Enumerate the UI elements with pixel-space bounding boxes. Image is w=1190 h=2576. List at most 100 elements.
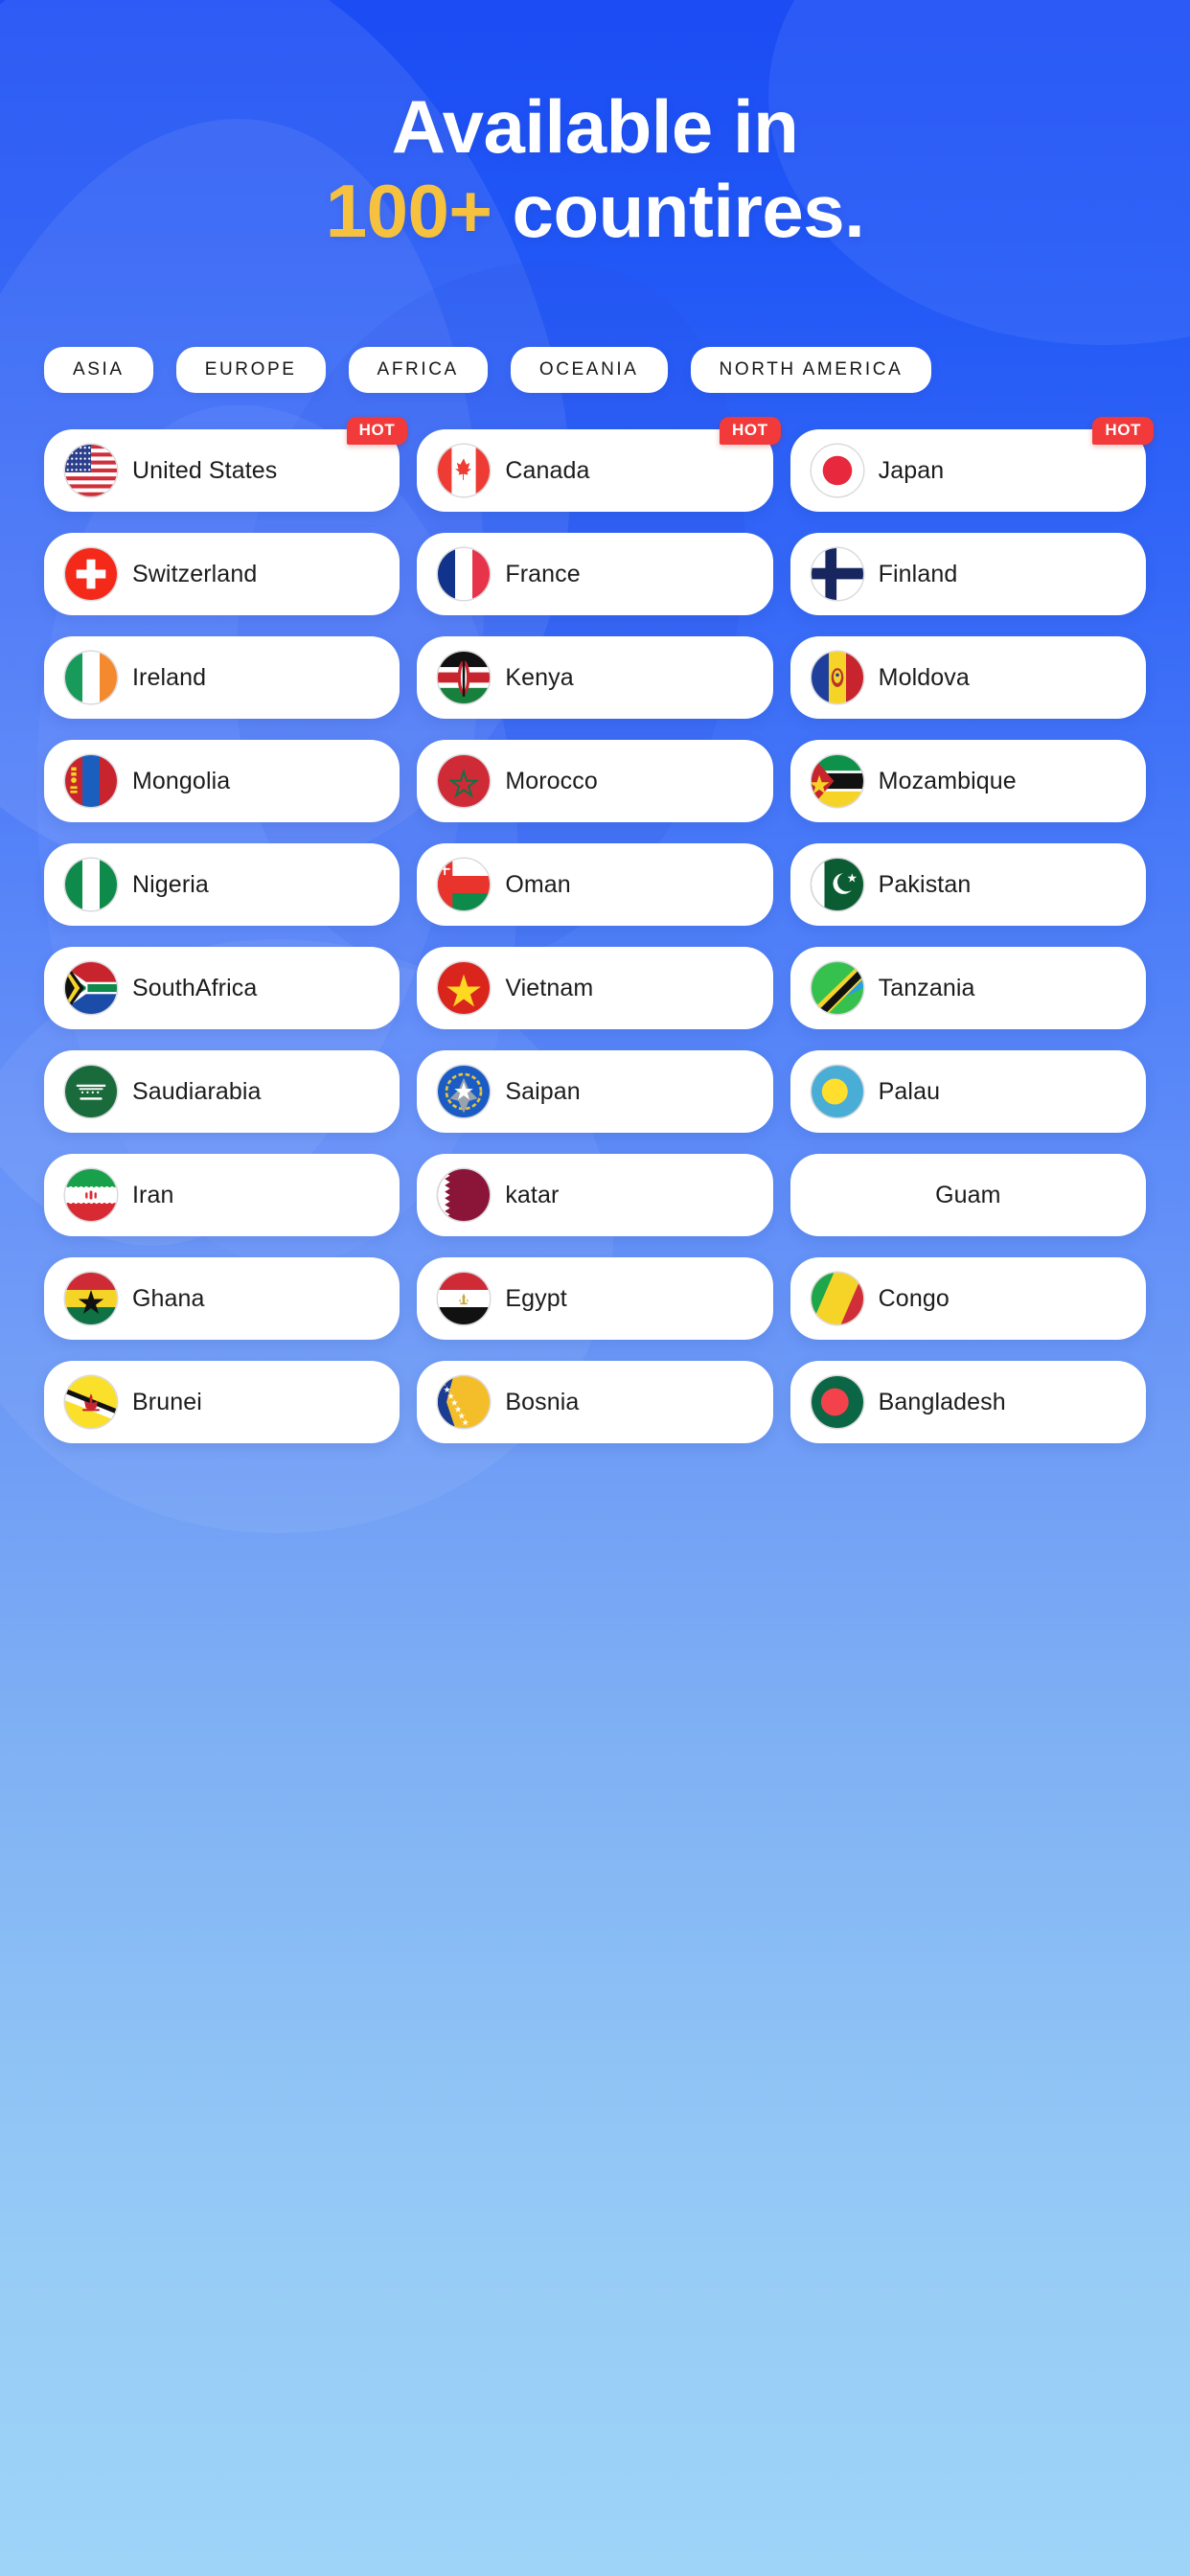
- country-card[interactable]: Guam: [790, 1154, 1146, 1237]
- country-name: Ireland: [132, 664, 207, 692]
- country-card[interactable]: Morocco: [417, 740, 773, 823]
- flag-bangladesh-icon: [811, 1376, 863, 1429]
- title-line-2: 100+ countires.: [0, 169, 1190, 253]
- country-name: Bosnia: [505, 1389, 580, 1416]
- flag-united-states-icon: [65, 445, 117, 497]
- country-card[interactable]: Oman: [417, 843, 773, 927]
- country-name: Kenya: [505, 664, 574, 692]
- country-name: Bangladesh: [878, 1389, 1006, 1416]
- country-name: Brunei: [132, 1389, 202, 1416]
- country-name: Canada: [505, 457, 590, 485]
- country-card[interactable]: HOT Canada: [417, 417, 781, 513]
- page-title: Available in 100+ countires.: [0, 0, 1190, 253]
- country-card[interactable]: Palau: [790, 1050, 1146, 1134]
- flag-qatar-icon: [438, 1169, 491, 1222]
- tab-oceania[interactable]: OCEANIA: [510, 347, 668, 394]
- country-card[interactable]: Mozambique: [790, 740, 1146, 823]
- country-name: Pakistan: [878, 871, 972, 899]
- title-line-1: Available in: [391, 84, 799, 169]
- country-name: SouthAfrica: [132, 975, 258, 1002]
- flag-japan-icon: [811, 445, 863, 497]
- country-name: Nigeria: [132, 871, 209, 899]
- tab-europe[interactable]: EUROPE: [175, 347, 326, 394]
- title-highlight: 100+: [325, 169, 492, 254]
- country-name: Moldova: [878, 664, 970, 692]
- country-name: Switzerland: [132, 561, 258, 588]
- country-card[interactable]: Ireland: [44, 636, 400, 720]
- country-name: Egypt: [505, 1285, 567, 1313]
- country-name: Palau: [878, 1078, 941, 1106]
- country-card[interactable]: SouthAfrica: [44, 947, 400, 1030]
- country-card[interactable]: Vietnam: [417, 947, 773, 1030]
- region-tabs: ASIA EUROPE AFRICA OCEANIA NORTH AMERICA: [0, 347, 1190, 394]
- tab-asia[interactable]: ASIA: [44, 347, 153, 394]
- country-name: Oman: [505, 871, 571, 899]
- country-card[interactable]: Ghana: [44, 1257, 400, 1341]
- flag-brunei-icon: [65, 1376, 117, 1429]
- flag-saudi-arabia-icon: [65, 1066, 117, 1118]
- flag-vietnam-icon: [438, 962, 491, 1015]
- country-card[interactable]: Tanzania: [790, 947, 1146, 1030]
- country-card[interactable]: Pakistan: [790, 843, 1146, 927]
- country-card[interactable]: Switzerland: [44, 533, 400, 616]
- flag-ireland-icon: [65, 652, 117, 704]
- country-card[interactable]: Bosnia: [417, 1361, 773, 1444]
- flag-mongolia-icon: [65, 755, 117, 808]
- status-badge: HOT: [346, 417, 408, 446]
- tab-north-america[interactable]: NORTH AMERICA: [690, 347, 932, 394]
- flag-morocco-icon: [438, 755, 491, 808]
- flag-palau-icon: [811, 1066, 863, 1118]
- country-card[interactable]: HOT United States: [44, 417, 408, 513]
- country-card[interactable]: Brunei: [44, 1361, 400, 1444]
- country-card[interactable]: Finland: [790, 533, 1146, 616]
- country-card[interactable]: Congo: [790, 1257, 1146, 1341]
- country-card[interactable]: katar: [417, 1154, 773, 1237]
- title-line-2-rest: countires.: [492, 169, 865, 254]
- country-card[interactable]: Nigeria: [44, 843, 400, 927]
- status-badge: HOT: [719, 417, 781, 446]
- flag-south-africa-icon: [65, 962, 117, 1015]
- flag-bosnia-icon: [438, 1376, 491, 1429]
- flag-kenya-icon: [438, 652, 491, 704]
- country-card[interactable]: Mongolia: [44, 740, 400, 823]
- flag-mozambique-icon: [811, 755, 863, 808]
- flag-congo-icon: [811, 1273, 863, 1325]
- flag-saipan-icon: [438, 1066, 491, 1118]
- flag-iran-icon: [65, 1169, 117, 1222]
- flag-moldova-icon: [811, 652, 863, 704]
- country-card[interactable]: Bangladesh: [790, 1361, 1146, 1444]
- country-name: Ghana: [132, 1285, 205, 1313]
- country-name: Saipan: [505, 1078, 581, 1106]
- country-card[interactable]: Moldova: [790, 636, 1146, 720]
- flag-canada-icon: [438, 445, 491, 497]
- country-name: Morocco: [505, 768, 598, 795]
- flag-finland-icon: [811, 548, 863, 601]
- country-name: Iran: [132, 1182, 174, 1209]
- country-card[interactable]: Iran: [44, 1154, 400, 1237]
- country-name: Mozambique: [878, 768, 1017, 795]
- country-name: katar: [505, 1182, 560, 1209]
- flag-oman-icon: [438, 859, 491, 911]
- flag-france-icon: [438, 548, 491, 601]
- country-card[interactable]: Kenya: [417, 636, 773, 720]
- country-grid: HOT United States HOT Canada HOT Japan Swit…: [0, 393, 1190, 1444]
- flag-tanzania-icon: [811, 962, 863, 1015]
- country-name: Tanzania: [878, 975, 975, 1002]
- country-card[interactable]: HOT Japan: [790, 417, 1154, 513]
- flag-ghana-icon: [65, 1273, 117, 1325]
- country-card[interactable]: Saudiarabia: [44, 1050, 400, 1134]
- country-name: Vietnam: [505, 975, 594, 1002]
- country-name: Guam: [935, 1182, 1001, 1209]
- country-name: Japan: [878, 457, 945, 485]
- country-name: Finland: [878, 561, 958, 588]
- country-card[interactable]: Saipan: [417, 1050, 773, 1134]
- country-card[interactable]: France: [417, 533, 773, 616]
- country-name: Saudiarabia: [132, 1078, 262, 1106]
- tab-africa[interactable]: AFRICA: [348, 347, 488, 394]
- flag-switzerland-icon: [65, 548, 117, 601]
- country-name: Mongolia: [132, 768, 231, 795]
- country-name: United States: [132, 457, 278, 485]
- country-card[interactable]: Egypt: [417, 1257, 773, 1341]
- status-badge: HOT: [1092, 417, 1154, 446]
- flag-pakistan-icon: [811, 859, 863, 911]
